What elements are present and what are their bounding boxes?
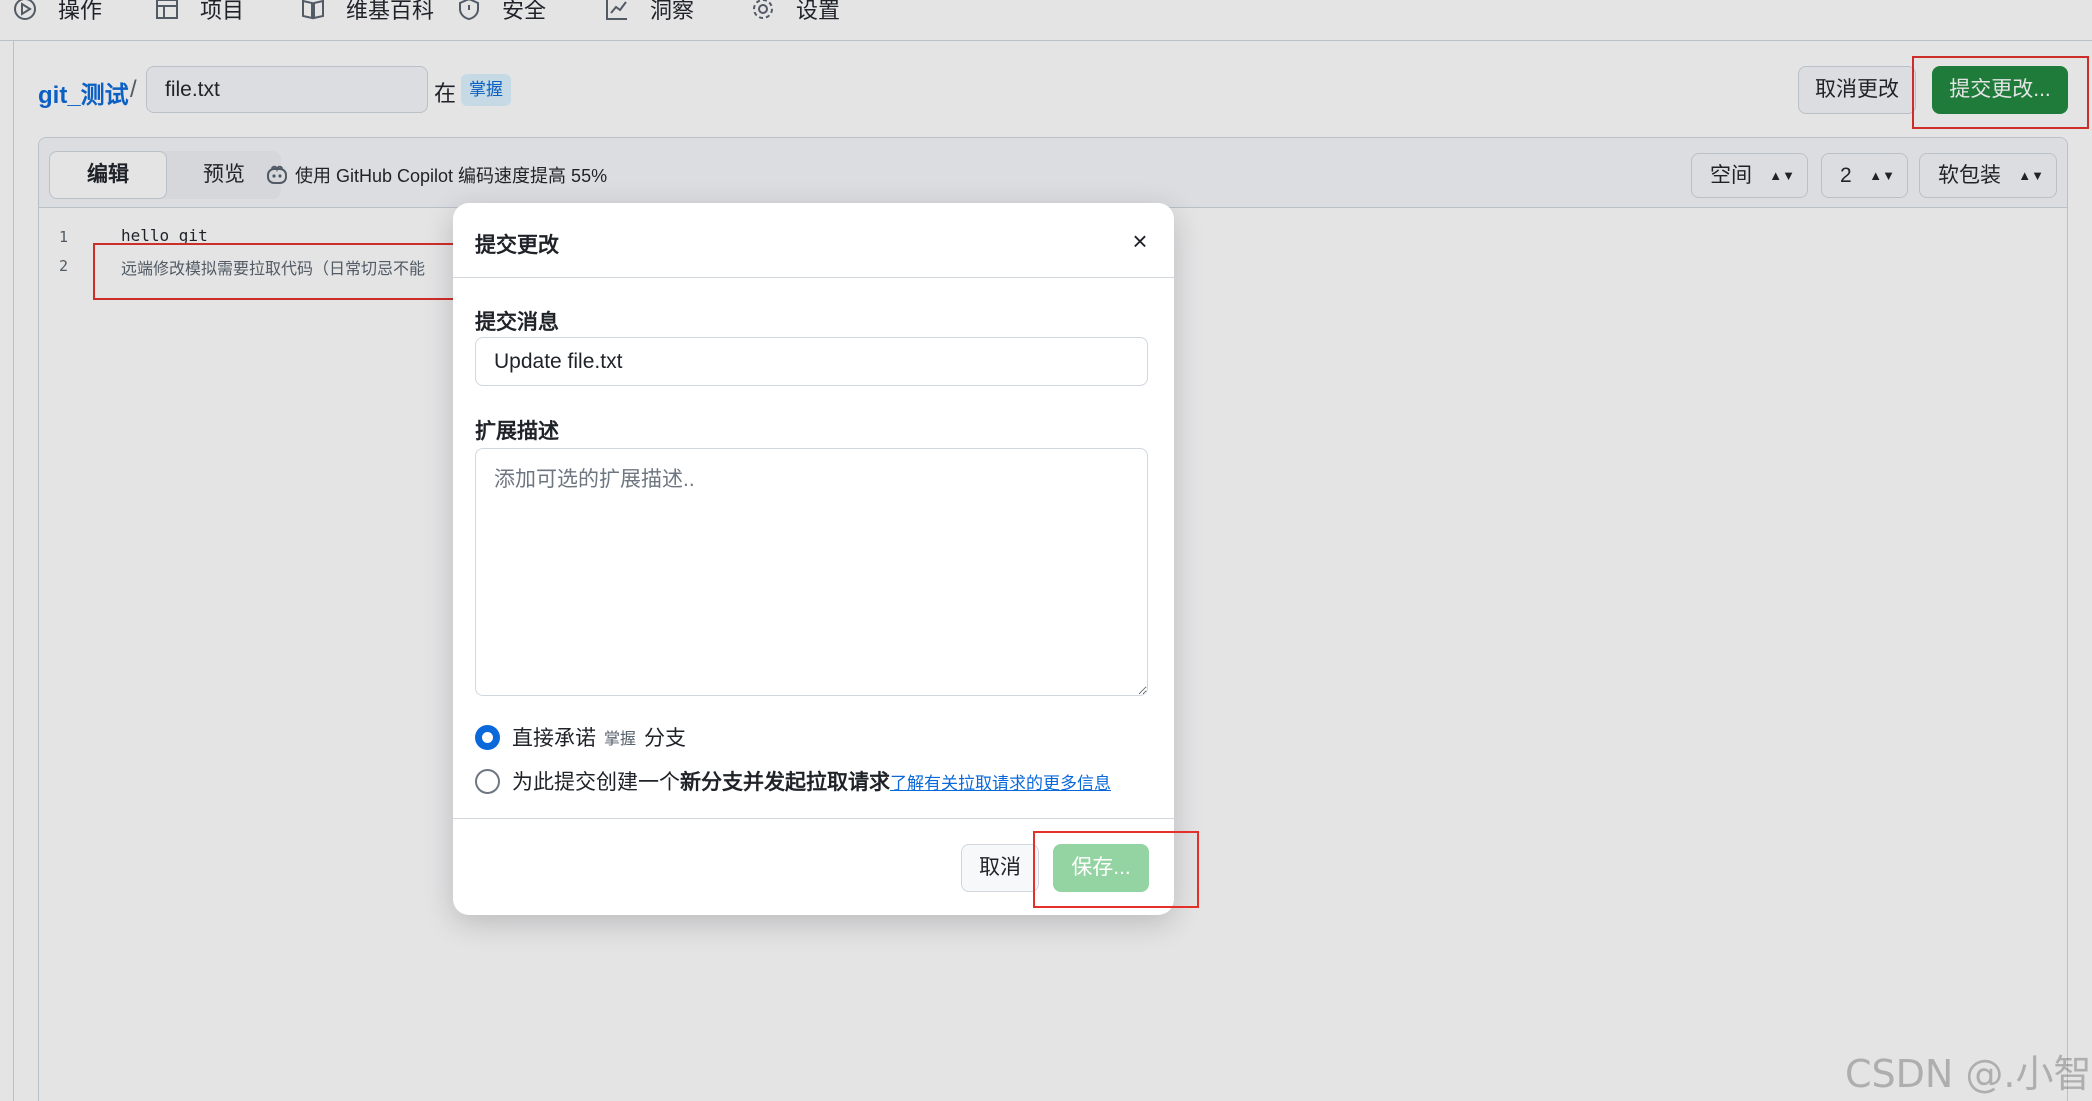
commit-dialog: 提交更改 × 提交消息 扩展描述 直接承诺 掌握 分支 为此提交创建一个 新分支…: [453, 203, 1174, 915]
dialog-footer-divider: [453, 818, 1174, 819]
option-direct-branch: 掌握: [604, 731, 637, 748]
option-direct-suffix: 分支: [644, 727, 687, 750]
option-new-branch-pr[interactable]: 为此提交创建一个 新分支并发起拉取请求 了解有关拉取请求的更多信息: [475, 766, 1111, 796]
extended-description-label: 扩展描述: [475, 420, 559, 443]
dialog-title: 提交更改: [475, 234, 559, 257]
option-pr-prefix: 为此提交创建一个: [512, 771, 680, 794]
option-direct-commit[interactable]: 直接承诺 掌握 分支: [475, 722, 686, 752]
dialog-divider: [453, 277, 1174, 278]
commit-message-input[interactable]: [475, 337, 1148, 386]
option-direct-prefix: 直接承诺: [512, 727, 596, 750]
annotation-box-save: [1033, 831, 1199, 908]
page: 操作 项目 维基百科 安全 洞察 设置 git_测试 / file.txt 在 …: [0, 0, 2092, 1101]
dialog-cancel-button[interactable]: 取消: [961, 844, 1039, 892]
learn-more-pr-link[interactable]: 了解有关拉取请求的更多信息: [890, 769, 1111, 794]
commit-message-label: 提交消息: [475, 311, 559, 334]
watermark: CSDN @.小智: [1845, 1052, 2092, 1096]
radio-unselected-icon[interactable]: [475, 768, 500, 794]
radio-selected-icon[interactable]: [475, 724, 500, 750]
close-icon[interactable]: ×: [1124, 226, 1156, 258]
extended-description-textarea[interactable]: [475, 448, 1148, 696]
option-pr-bold: 新分支并发起拉取请求: [680, 771, 890, 794]
